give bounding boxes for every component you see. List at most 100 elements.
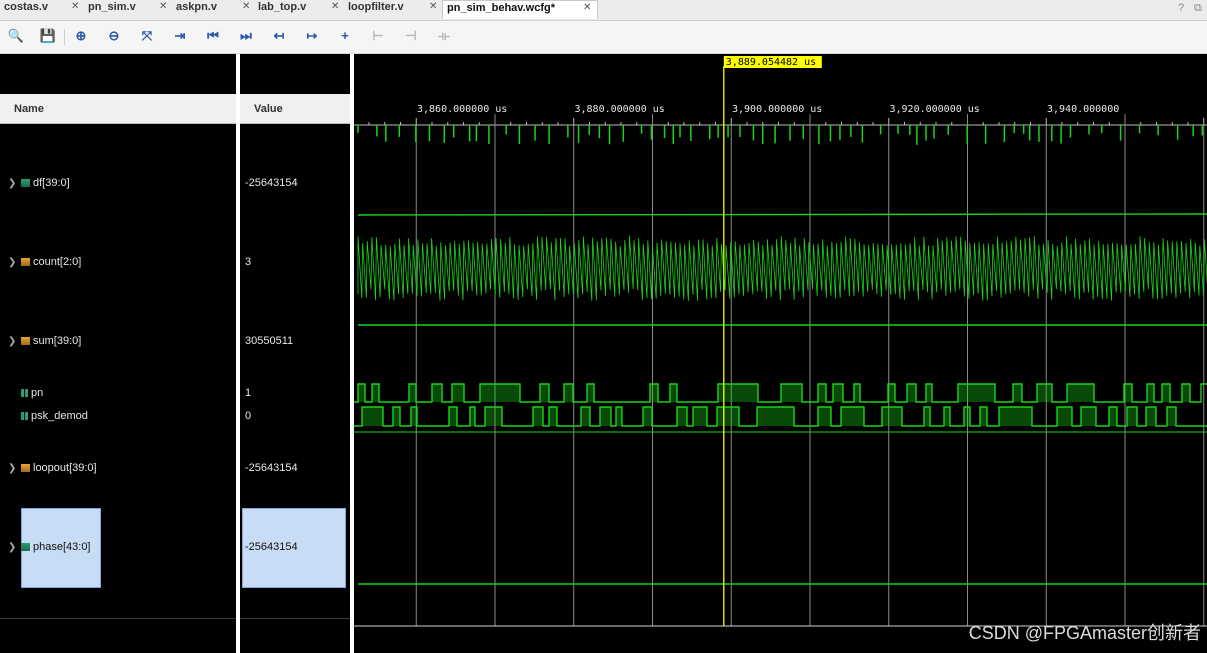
- pn-pulse-fill: [781, 384, 802, 402]
- waveform-canvas[interactable]: 3,860.000000 us 3,880.000000 us 3,900.0000…: [354, 54, 1207, 653]
- tab-label: costas.v: [4, 1, 49, 13]
- signal-value: -25643154: [245, 462, 298, 474]
- psk-demod-pulse-fill: [549, 407, 557, 426]
- go-to-cursor-icon[interactable]: ⇥: [171, 27, 189, 45]
- save-icon[interactable]: 💾: [39, 27, 57, 45]
- go-to-time-zero-icon[interactable]: ⏮: [204, 27, 222, 45]
- bus-signal-icon: [21, 337, 30, 345]
- signal-row-psk-demod[interactable]: psk_demod: [21, 410, 88, 422]
- previous-marker-icon[interactable]: ⊢: [369, 27, 387, 45]
- value-column-header[interactable]: Value: [240, 94, 350, 124]
- signal-name-pane: Name ❯ df[39:0] ❯ count[2:0] ❯ sum[39:0]…: [0, 54, 236, 653]
- signal-name: pn: [31, 387, 44, 399]
- watermark: CSDN @FPGAmaster创新者: [968, 623, 1201, 643]
- psk-demod-pulse-fill: [677, 407, 687, 426]
- pn-pulse-fill: [818, 384, 826, 402]
- pn-pulse-fill: [452, 384, 464, 402]
- pn-pulse-fill: [587, 384, 594, 402]
- tab-label: pn_sim.v: [88, 1, 136, 13]
- signal-row-pn[interactable]: pn: [21, 387, 43, 399]
- psk-demod-pulse-fill: [1127, 407, 1137, 426]
- go-to-last-time-icon[interactable]: ⏭: [237, 27, 255, 45]
- close-icon[interactable]: ✕: [242, 0, 250, 14]
- psk-demod-pulse-fill: [1057, 407, 1072, 426]
- psk-demod-pulse-fill: [393, 407, 400, 426]
- pn-pulse-fill: [1182, 384, 1190, 402]
- signal-name: loopout[39:0]: [33, 462, 97, 474]
- count-waveform-trace: [357, 235, 1207, 301]
- tab-costas[interactable]: costas.v ✕: [0, 0, 82, 19]
- pn-pulse-fill: [409, 384, 416, 402]
- pn-pulse-fill: [1162, 384, 1170, 402]
- pn-pulse-fill: [1124, 384, 1132, 402]
- signal-value: 3: [245, 256, 252, 268]
- close-icon[interactable]: ✕: [71, 0, 79, 14]
- psk-demod-pulse-fill: [411, 407, 417, 426]
- psk-demod-pulse-fill: [818, 407, 831, 426]
- help-icon[interactable]: ?: [1178, 2, 1184, 14]
- previous-transition-icon[interactable]: ↤: [270, 27, 288, 45]
- psk-demod-pulse-fill: [533, 407, 543, 426]
- signal-name: phase[43:0]: [33, 541, 91, 553]
- time-ruler-label: 3,880.000000 us: [575, 104, 665, 115]
- signal-name: count[2:0]: [33, 256, 82, 268]
- restore-window-icon[interactable]: ⧉: [1194, 2, 1202, 15]
- zoom-out-icon[interactable]: ⊖: [105, 27, 123, 45]
- signal-value: 0: [245, 410, 252, 422]
- zoom-fit-icon[interactable]: ⤧: [138, 27, 156, 45]
- signal-name: df[39:0]: [33, 177, 70, 189]
- tab-askpn[interactable]: askpn.v ✕: [172, 0, 252, 19]
- psk-demod-pulse-fill: [1146, 407, 1156, 426]
- chevron-right-icon[interactable]: ❯: [8, 178, 16, 189]
- chevron-right-icon[interactable]: ❯: [8, 542, 16, 553]
- pn-pulse-fill: [854, 384, 860, 402]
- cursor-time-label: 3,889.054482 us: [726, 57, 816, 68]
- psk-demod-pulse-fill: [717, 407, 739, 426]
- next-marker-icon[interactable]: ⊣: [402, 27, 420, 45]
- waveform-toolbar: 🔍 💾 ⊕ ⊖ ⤧ ⇥ ⏮ ⏭ ↤ ↦ + ⊢ ⊣ ⟛: [0, 21, 1207, 54]
- tab-label: askpn.v: [176, 1, 217, 13]
- pn-pulse-fill: [564, 384, 573, 402]
- tab-lab-top[interactable]: lab_top.v ✕: [254, 0, 342, 19]
- bus-signal-icon: [21, 179, 30, 187]
- pn-pulse-fill: [1037, 384, 1052, 402]
- tab-pn-sim[interactable]: pn_sim.v ✕: [84, 0, 170, 19]
- close-icon[interactable]: ✕: [159, 0, 167, 14]
- next-transition-icon[interactable]: ↦: [303, 27, 321, 45]
- chevron-right-icon[interactable]: ❯: [8, 257, 16, 268]
- psk-demod-pulse-fill: [616, 407, 622, 426]
- close-icon[interactable]: ✕: [583, 1, 591, 15]
- swap-cursors-icon[interactable]: ⟛: [435, 27, 453, 45]
- psk-demod-pulse-fill: [643, 407, 652, 426]
- chevron-right-icon[interactable]: ❯: [8, 463, 16, 474]
- df-waveform-trace: [357, 213, 1207, 216]
- search-icon[interactable]: 🔍: [7, 27, 25, 45]
- close-icon[interactable]: ✕: [429, 0, 437, 14]
- waveform-viewer[interactable]: 3,860.000000 us 3,880.000000 us 3,900.0000…: [354, 54, 1207, 653]
- signal-value: 1: [245, 387, 252, 399]
- chevron-right-icon[interactable]: ❯: [8, 336, 16, 347]
- psk-demod-pulse-fill: [924, 407, 930, 426]
- psk-demod-pulse-fill: [980, 407, 987, 426]
- psk-demod-pulse-fill: [1081, 407, 1096, 426]
- tab-pn-sim-behav-wcfg[interactable]: pn_sim_behav.wcfg* ✕: [442, 0, 598, 19]
- psk-demod-pulse-fill: [600, 407, 611, 426]
- close-icon[interactable]: ✕: [331, 0, 339, 14]
- time-ruler-label: 3,900.000000 us: [732, 104, 822, 115]
- pane-bottom-border: [240, 618, 350, 619]
- psk-demod-pulse-fill: [1167, 407, 1176, 426]
- pn-pulse-fill: [670, 384, 677, 402]
- signal-value: -25643154: [245, 541, 298, 553]
- zoom-in-icon[interactable]: ⊕: [72, 27, 90, 45]
- tab-label: lab_top.v: [258, 1, 307, 13]
- add-marker-icon[interactable]: +: [336, 27, 354, 45]
- pn-pulse-fill: [926, 384, 932, 402]
- name-column-header[interactable]: Name: [0, 94, 236, 124]
- bus-signal-icon: [21, 258, 30, 266]
- tab-label: loopfilter.v: [348, 1, 404, 13]
- pane-bottom-border: [0, 618, 236, 619]
- time-ruler-label: 3,920.000000 us: [890, 104, 980, 115]
- psk-demod-pulse-fill: [882, 407, 902, 426]
- signal-value-pane: Value -25643154 3 30550511 1 0 -25643154…: [240, 54, 350, 653]
- tab-loopfilter[interactable]: loopfilter.v ✕: [344, 0, 440, 19]
